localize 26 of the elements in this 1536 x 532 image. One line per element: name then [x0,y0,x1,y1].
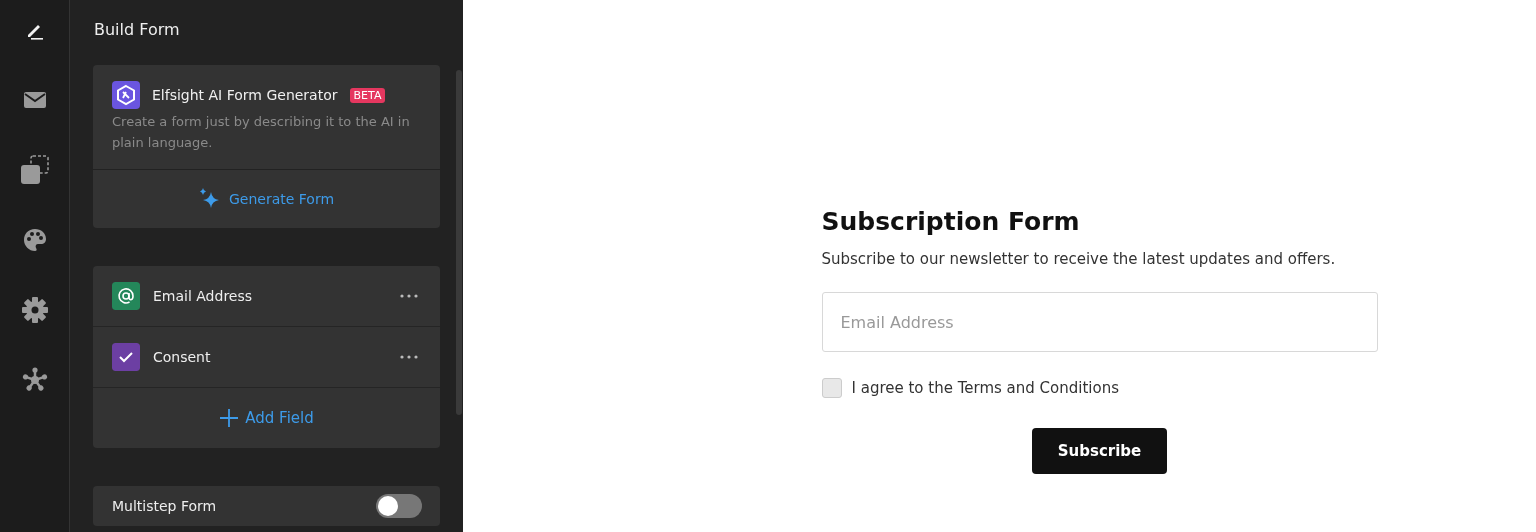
form-title: Subscription Form [821,207,1081,236]
more-options-button[interactable] [400,355,418,359]
consent-checkbox[interactable] [821,378,842,398]
ai-card-title: Elfsight AI Form Generator [152,87,338,103]
email-field[interactable]: Email Address [821,292,1378,352]
form-subtitle: Subscribe to our newsletter to receive the latest updates and offers. [821,250,1337,268]
beta-badge: BETA [349,87,386,103]
mail-icon [23,92,46,108]
more-options-button[interactable] [400,294,418,298]
field-label[interactable]: Email Address [153,288,387,304]
palette-icon [22,228,47,252]
field-label[interactable]: Consent [153,349,387,365]
plus-icon [219,408,240,428]
hexagon-logo-icon [112,81,140,109]
consent-label: I agree to the Terms and Conditions [851,379,1119,397]
add-field-button[interactable]: Add Field [93,388,440,448]
ai-card-description: Create a form just by describing it to the AI in plain language. [112,113,411,152]
subscribe-button[interactable]: Subscribe [1031,428,1168,474]
scrollbar[interactable] [456,70,462,415]
multistep-label: Multistep Form [112,498,217,514]
network-icon [21,367,48,393]
generate-form-button[interactable]: Generate Form [93,170,440,228]
panel-title: Build Form [94,20,181,39]
shapes-icon [19,155,50,185]
settings-icon [21,297,48,323]
toggle-switch[interactable] [376,494,422,518]
